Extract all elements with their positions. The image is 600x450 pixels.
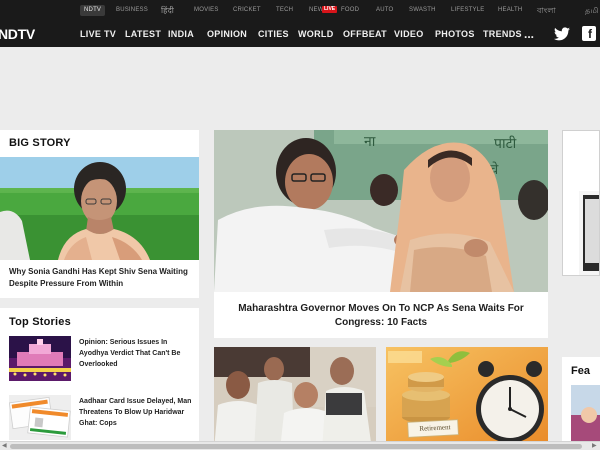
main-story-card[interactable]: ना पाटी हचे Maharashtra Governor Moves O… — [214, 130, 548, 338]
network-link-ndtv[interactable]: NDTV — [80, 5, 106, 16]
network-link-lifestyle[interactable]: LIFESTYLE — [451, 0, 484, 21]
featured-panel[interactable]: Fea — [562, 357, 600, 450]
svg-text:ना: ना — [364, 133, 376, 149]
network-link-hindi[interactable]: हिंदी — [161, 0, 174, 21]
featured-title: Fea — [571, 365, 590, 377]
network-link-tech[interactable]: TECH — [276, 0, 293, 21]
big-story-headline[interactable]: Why Sonia Gandhi Has Kept Shiv Sena Wait… — [9, 266, 194, 290]
scroll-right-icon[interactable]: ▶ — [592, 443, 597, 450]
story-thumb-leaders[interactable] — [214, 347, 376, 450]
top-story-item[interactable]: Opinion: Serious Issues In Ayodhya Verdi… — [9, 336, 195, 382]
facebook-icon[interactable]: f — [582, 26, 596, 41]
network-link-health[interactable]: HEALTH — [498, 0, 522, 21]
svg-text:पाटी: पाटी — [494, 135, 517, 151]
network-link-tamil[interactable]: தமி — [585, 0, 599, 21]
nav-link-trends[interactable]: TRENDS — [483, 21, 522, 47]
nav-link-video[interactable]: VIDEO — [394, 21, 424, 47]
network-link-food[interactable]: FOOD — [341, 0, 359, 21]
network-link-cricket[interactable]: CRICKET — [233, 0, 261, 21]
nav-link-world[interactable]: WORLD — [298, 21, 334, 47]
top-story-thumb-aadhaar[interactable] — [9, 395, 71, 440]
top-story-title[interactable]: Aadhaar Card Issue Delayed, Man Threaten… — [79, 396, 195, 429]
nav-link-live-tv[interactable]: LIVE TV — [80, 21, 116, 47]
retirement-tag-label: Retirement — [419, 423, 451, 433]
top-stories-card: Top Stories Opinion: Serious Issues In A… — [0, 308, 199, 450]
big-story-image[interactable] — [0, 157, 199, 260]
network-link-business[interactable]: BUSINESS — [116, 0, 148, 21]
twitter-icon[interactable] — [554, 27, 570, 41]
top-story-item[interactable]: Aadhaar Card Issue Delayed, Man Threaten… — [9, 395, 195, 441]
ndtv-logo[interactable]: NDTV — [0, 25, 35, 43]
top-story-title[interactable]: Opinion: Serious Issues In Ayodhya Verdi… — [79, 337, 195, 370]
main-story-headline[interactable]: Maharashtra Governor Moves On To NCP As … — [220, 302, 542, 330]
right-ad-panel[interactable] — [562, 130, 600, 276]
main-nav: NDTV LIVE TV LATEST INDIA OPINION CITIES… — [0, 21, 600, 47]
network-link-bangla[interactable]: বাংলা — [537, 0, 556, 21]
big-story-title: BIG STORY — [9, 137, 71, 149]
top-story-thumb-ayodhya[interactable] — [9, 336, 71, 381]
scroll-left-icon[interactable]: ◀ — [2, 443, 7, 450]
story-thumb-retirement[interactable]: Retirement — [386, 347, 548, 450]
live-badge: LIVE — [322, 6, 338, 13]
nav-link-offbeat[interactable]: OFFBEAT — [343, 21, 387, 47]
scrollbar-thumb[interactable] — [10, 444, 582, 449]
big-story-card[interactable]: BIG STORY Why Sonia Gandhi Has Kept Shiv… — [0, 130, 199, 298]
horizontal-scrollbar[interactable]: ◀ ▶ — [0, 441, 600, 450]
network-link-movies[interactable]: MOVIES — [194, 0, 219, 21]
top-stories-title: Top Stories — [9, 316, 71, 328]
network-link-swasth[interactable]: SWASTH — [409, 0, 436, 21]
nav-link-latest[interactable]: LATEST — [125, 21, 161, 47]
nav-more-button[interactable]: ... — [524, 21, 534, 47]
network-link-auto[interactable]: AUTO — [376, 0, 393, 21]
nav-link-photos[interactable]: PHOTOS — [435, 21, 475, 47]
main-story-image[interactable]: ना पाटी हचे — [214, 130, 548, 292]
nav-link-india[interactable]: INDIA — [168, 21, 194, 47]
network-bar: NDTV BUSINESS हिंदी MOVIES CRICKET TECH … — [0, 0, 600, 21]
nav-link-opinion[interactable]: OPINION — [207, 21, 247, 47]
nav-link-cities[interactable]: CITIES — [258, 21, 289, 47]
